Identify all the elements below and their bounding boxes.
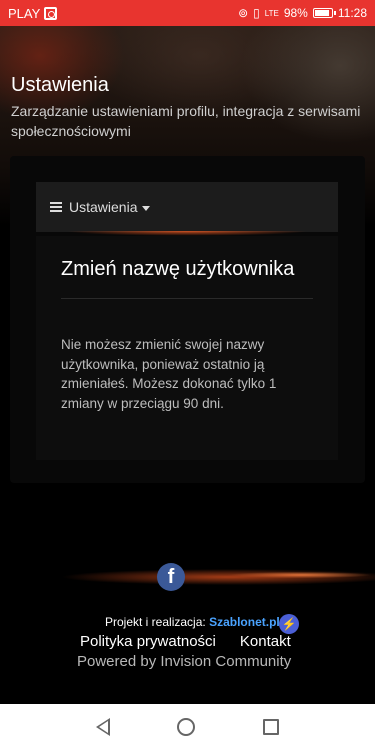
battery-icon [312,8,336,18]
back-icon[interactable] [95,718,110,736]
settings-menu-label: Ustawienia [69,199,138,215]
clock: 11:28 [337,6,367,20]
page-title: Ustawienia [11,74,109,96]
home-icon[interactable] [177,718,196,736]
recents-icon[interactable] [263,719,280,735]
screenshot-icon [44,6,58,20]
credit-brand-link[interactable]: Szablonet.pl [209,615,280,629]
facebook-icon[interactable]: f [157,563,185,591]
menu-icon [50,202,62,212]
section-title: Zmień nazwę użytkownika [61,258,295,280]
footer-links: Polityka prywatności Kontakt [80,633,291,650]
settings-menu-dropdown[interactable]: Ustawienia [36,182,338,232]
vibrate-icon: ▯ [253,6,260,20]
credit-line: Projekt i realizacja: Szablonet.pl [105,615,280,629]
carrier-label: PLAY [8,5,41,21]
info-message: Nie możesz zmienić swojej nazwy użytkown… [61,337,277,411]
battery-percent: 98% [283,6,308,20]
page-subtitle: Zarządzanie ustawieniami profilu, integr… [11,103,361,139]
caret-down-icon [142,205,151,211]
powered-by-link[interactable]: Powered by Invision Community [77,653,291,670]
footer-glow [0,545,375,615]
lightning-icon[interactable]: ⚡ [279,614,299,634]
contact-link[interactable]: Kontakt [240,633,291,650]
hotspot-icon: ⊚ [238,6,249,20]
divider [61,298,313,299]
credit-prefix: Projekt i realizacja: [105,615,206,629]
privacy-policy-link[interactable]: Polityka prywatności [80,633,216,650]
status-bar: PLAY ⊚ ▯ LTE 98% 11:28 [0,0,375,26]
signal-icon: LTE [264,8,279,18]
navigation-bar [0,704,375,750]
